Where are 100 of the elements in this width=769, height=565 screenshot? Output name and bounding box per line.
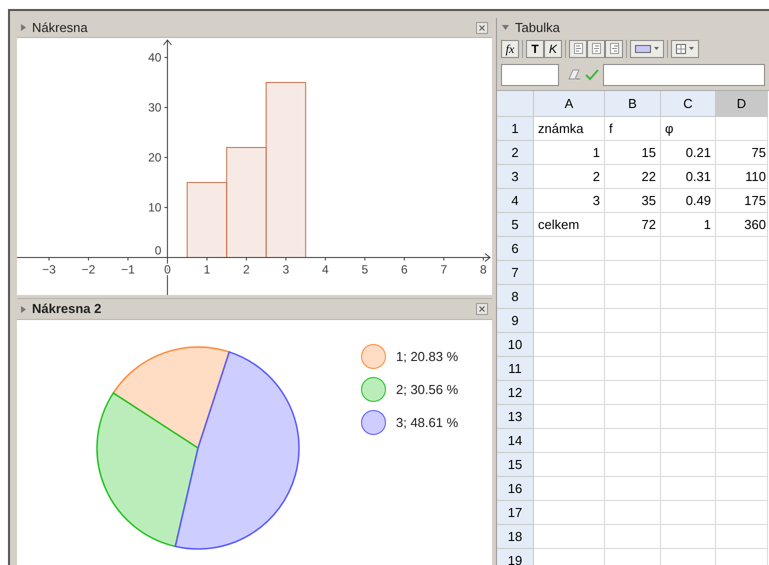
y-tick-label: 20 [148, 150, 162, 164]
legend-label: 2; 30.56 % [396, 380, 458, 399]
table-cell [534, 405, 605, 429]
table-cell: 15 [605, 141, 661, 165]
x-tick-label: 5 [362, 262, 368, 276]
table-cell [661, 381, 716, 405]
table-cell: 1 [661, 213, 716, 237]
column-header[interactable]: B [605, 91, 661, 117]
x-tick-label: 7 [440, 262, 448, 276]
row-header[interactable]: 8 [497, 285, 534, 309]
table-cell [605, 381, 661, 405]
table-cell [605, 261, 661, 285]
x-tick-label: 1 [204, 262, 210, 276]
table-cell [534, 477, 605, 501]
align-right-button[interactable] [605, 40, 623, 58]
table-cell [716, 405, 768, 429]
panel-title: Tabulka [515, 18, 560, 37]
table-cell [605, 501, 661, 525]
legend-label: 1; 20.83 % [396, 348, 458, 366]
table-cell [534, 525, 605, 549]
fill-color-dropdown[interactable] [630, 40, 664, 58]
row-header[interactable]: 10 [497, 333, 534, 357]
table-cell [661, 477, 716, 501]
formula-button[interactable]: fx [501, 40, 519, 58]
row-header[interactable]: 9 [497, 309, 534, 333]
align-center-button[interactable] [587, 40, 605, 58]
table-cell: 0.31 [661, 165, 716, 189]
row-header[interactable]: 17 [497, 501, 534, 525]
table-cell: 72 [605, 213, 661, 237]
row-header[interactable]: 4 [497, 189, 534, 213]
check-icon[interactable] [585, 69, 599, 81]
formula-input-field[interactable] [603, 64, 765, 86]
eraser-icon[interactable] [567, 69, 581, 81]
grid-icon [676, 44, 686, 54]
x-tick-label: −3 [42, 262, 56, 276]
table-cell [605, 453, 661, 477]
expand-arrow-icon[interactable] [502, 25, 509, 30]
column-header[interactable]: C [661, 91, 716, 117]
row-header[interactable]: 1 [497, 117, 534, 141]
row-header[interactable]: 16 [497, 477, 534, 501]
table-cell [716, 357, 768, 381]
x-tick-label: 4 [322, 262, 329, 276]
table-cell [716, 501, 768, 525]
x-tick-label: 6 [401, 262, 408, 276]
table-cell [605, 285, 661, 309]
table-cell [605, 525, 661, 549]
italic-button[interactable]: K [544, 40, 562, 58]
color-swatch-icon [635, 44, 651, 52]
collapse-arrow-icon[interactable] [21, 306, 26, 312]
table-cell [661, 429, 716, 453]
table-cell [716, 117, 768, 141]
border-dropdown[interactable] [671, 40, 699, 58]
row-header[interactable]: 6 [497, 237, 534, 261]
table-cell [605, 237, 661, 261]
table-cell [534, 453, 605, 477]
caret-icon [689, 47, 694, 50]
align-center-icon [592, 43, 600, 54]
table-cell [534, 381, 605, 405]
panel-title: Nákresna 2 [32, 300, 102, 318]
table-cell [661, 453, 716, 477]
bold-button[interactable]: T [526, 40, 544, 58]
table-cell [716, 285, 768, 309]
close-icon[interactable] [476, 303, 488, 315]
row-header[interactable]: 15 [497, 453, 534, 477]
table-cell [661, 405, 716, 429]
cell-name-field[interactable] [501, 64, 559, 86]
collapse-arrow-icon[interactable] [21, 24, 26, 31]
column-header[interactable]: A [534, 91, 605, 117]
table-cell: 1 [534, 141, 605, 165]
row-header[interactable]: 11 [497, 357, 534, 381]
row-header[interactable]: 12 [497, 381, 534, 405]
table-cell [661, 309, 716, 333]
table-cell [716, 429, 768, 453]
table-cell [661, 285, 716, 309]
row-header[interactable]: 18 [497, 525, 534, 549]
row-header[interactable]: 2 [497, 141, 534, 165]
row-header[interactable]: 5 [497, 213, 534, 237]
panel-title: Nákresna [32, 18, 88, 37]
align-left-button[interactable] [569, 40, 587, 58]
row-header[interactable]: 14 [497, 429, 534, 453]
table-cell [716, 525, 768, 549]
table-cell: 175 [716, 189, 768, 213]
column-header[interactable]: D [716, 91, 768, 117]
table-cell [534, 501, 605, 525]
row-header[interactable]: 7 [497, 261, 534, 285]
table-cell: 110 [716, 165, 768, 189]
row-header[interactable]: 19 [497, 549, 534, 565]
close-icon[interactable] [476, 22, 488, 34]
table-cell: známka [534, 117, 605, 141]
table-cell: f [605, 117, 661, 141]
row-header[interactable]: 13 [497, 405, 534, 429]
table-cell [716, 381, 768, 405]
table-cell [534, 357, 605, 381]
corner-cell[interactable] [497, 91, 534, 117]
row-header[interactable]: 3 [497, 165, 534, 189]
table-cell [661, 237, 716, 261]
table-cell [605, 477, 661, 501]
table-cell [534, 285, 605, 309]
table-cell [716, 453, 768, 477]
caret-icon [654, 47, 659, 50]
